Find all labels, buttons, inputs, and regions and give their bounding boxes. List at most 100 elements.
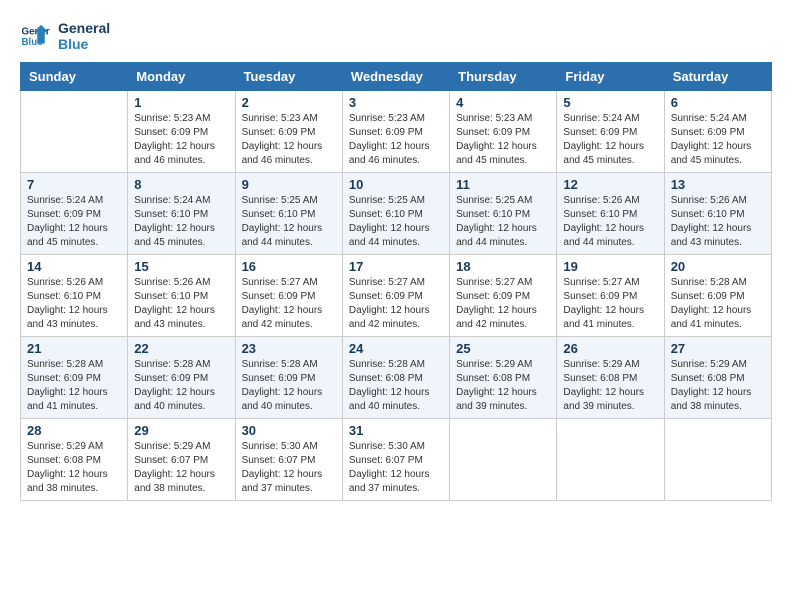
day-info: Sunrise: 5:23 AMSunset: 6:09 PMDaylight:… (242, 112, 336, 168)
calendar-cell: 16Sunrise: 5:27 AMSunset: 6:09 PMDayligh… (235, 255, 342, 337)
calendar-cell: 27Sunrise: 5:29 AMSunset: 6:08 PMDayligh… (664, 337, 771, 419)
calendar-cell: 19 Sunrise: 5:27 AMSunset: 6:09 PMDayligh… (557, 255, 664, 337)
weekday-header-row: SundayMondayTuesdayWednesdayThursdayFrid… (21, 63, 772, 91)
day-info: Sunrise: 5:28 AMSunset: 6:08 PMDaylight:… (349, 358, 443, 414)
day-number: 25 (456, 341, 550, 356)
day-info: Sunrise: 5:27 AMSunset: 6:09 PMDaylight:… (349, 276, 443, 332)
weekday-header-tuesday: Tuesday (235, 63, 342, 91)
calendar-cell: 3Sunrise: 5:23 AMSunset: 6:09 PMDaylight… (342, 91, 449, 173)
week-row-1: 1Sunrise: 5:23 AMSunset: 6:09 PMDaylight… (21, 91, 772, 173)
calendar-cell: 7 Sunrise: 5:24 AMSunset: 6:09 PMDaylight… (21, 173, 128, 255)
day-info: Sunrise: 5:23 AMSunset: 6:09 PMDaylight:… (134, 112, 228, 168)
calendar-cell: 24 Sunrise: 5:28 AMSunset: 6:08 PMDayligh… (342, 337, 449, 419)
calendar-cell: 13 Sunrise: 5:26 AMSunset: 6:10 PMDayligh… (664, 173, 771, 255)
weekday-header-saturday: Saturday (664, 63, 771, 91)
calendar-cell (21, 91, 128, 173)
week-row-2: 7 Sunrise: 5:24 AMSunset: 6:09 PMDaylight… (21, 173, 772, 255)
day-info: Sunrise: 5:28 AMSunset: 6:09 PMDaylight:… (671, 276, 765, 332)
day-info: Sunrise: 5:25 AMSunset: 6:10 PMDaylight:… (242, 194, 336, 250)
day-number: 18 (456, 259, 550, 274)
day-number: 10 (349, 177, 443, 192)
day-number: 7 (27, 177, 121, 192)
day-info: Sunrise: 5:24 AMSunset: 6:09 PMDaylight:… (27, 194, 121, 250)
calendar-cell: 15Sunrise: 5:26 AMSunset: 6:10 PMDayligh… (128, 255, 235, 337)
day-info: Sunrise: 5:28 AMSunset: 6:09 PMDaylight:… (134, 358, 228, 414)
calendar-cell: 23 Sunrise: 5:28 AMSunset: 6:09 PMDayligh… (235, 337, 342, 419)
week-row-5: 28 Sunrise: 5:29 AMSunset: 6:08 PMDayligh… (21, 419, 772, 501)
calendar-cell (450, 419, 557, 501)
day-number: 13 (671, 177, 765, 192)
week-row-3: 14 Sunrise: 5:26 AMSunset: 6:10 PMDayligh… (21, 255, 772, 337)
calendar-cell: 29Sunrise: 5:29 AMSunset: 6:07 PMDayligh… (128, 419, 235, 501)
calendar-cell: 6 Sunrise: 5:24 AMSunset: 6:09 PMDaylight… (664, 91, 771, 173)
calendar-table: SundayMondayTuesdayWednesdayThursdayFrid… (20, 62, 772, 501)
day-number: 15 (134, 259, 228, 274)
calendar-cell: 28 Sunrise: 5:29 AMSunset: 6:08 PMDayligh… (21, 419, 128, 501)
day-info: Sunrise: 5:29 AMSunset: 6:08 PMDaylight:… (456, 358, 550, 414)
day-number: 21 (27, 341, 121, 356)
day-number: 19 (563, 259, 657, 274)
day-info: Sunrise: 5:28 AMSunset: 6:09 PMDaylight:… (27, 358, 121, 414)
day-number: 26 (563, 341, 657, 356)
weekday-header-friday: Friday (557, 63, 664, 91)
calendar-cell: 20 Sunrise: 5:28 AMSunset: 6:09 PMDayligh… (664, 255, 771, 337)
day-info: Sunrise: 5:29 AMSunset: 6:08 PMDaylight:… (563, 358, 657, 414)
day-number: 6 (671, 95, 765, 110)
day-number: 24 (349, 341, 443, 356)
calendar-cell: 5Sunrise: 5:24 AMSunset: 6:09 PMDaylight… (557, 91, 664, 173)
day-info: Sunrise: 5:26 AMSunset: 6:10 PMDaylight:… (563, 194, 657, 250)
calendar-cell: 11 Sunrise: 5:25 AMSunset: 6:10 PMDayligh… (450, 173, 557, 255)
day-info: Sunrise: 5:26 AMSunset: 6:10 PMDaylight:… (671, 194, 765, 250)
logo: General Blue General Blue (20, 20, 110, 52)
day-info: Sunrise: 5:23 AMSunset: 6:09 PMDaylight:… (349, 112, 443, 168)
day-number: 9 (242, 177, 336, 192)
day-number: 12 (563, 177, 657, 192)
day-info: Sunrise: 5:30 AMSunset: 6:07 PMDaylight:… (349, 440, 443, 496)
day-number: 23 (242, 341, 336, 356)
page-header: General Blue General Blue (20, 20, 772, 52)
calendar-cell: 18 Sunrise: 5:27 AMSunset: 6:09 PMDayligh… (450, 255, 557, 337)
logo-general: General (58, 20, 110, 36)
day-info: Sunrise: 5:27 AMSunset: 6:09 PMDaylight:… (563, 276, 657, 332)
weekday-header-wednesday: Wednesday (342, 63, 449, 91)
weekday-header-monday: Monday (128, 63, 235, 91)
day-number: 11 (456, 177, 550, 192)
day-info: Sunrise: 5:24 AMSunset: 6:09 PMDaylight:… (671, 112, 765, 168)
calendar-cell: 12 Sunrise: 5:26 AMSunset: 6:10 PMDayligh… (557, 173, 664, 255)
day-info: Sunrise: 5:29 AMSunset: 6:07 PMDaylight:… (134, 440, 228, 496)
calendar-cell: 8 Sunrise: 5:24 AMSunset: 6:10 PMDaylight… (128, 173, 235, 255)
day-number: 22 (134, 341, 228, 356)
day-number: 8 (134, 177, 228, 192)
calendar-cell: 31 Sunrise: 5:30 AMSunset: 6:07 PMDayligh… (342, 419, 449, 501)
calendar-cell: 9 Sunrise: 5:25 AMSunset: 6:10 PMDaylight… (235, 173, 342, 255)
calendar-cell: 1Sunrise: 5:23 AMSunset: 6:09 PMDaylight… (128, 91, 235, 173)
calendar-cell: 14 Sunrise: 5:26 AMSunset: 6:10 PMDayligh… (21, 255, 128, 337)
week-row-4: 21 Sunrise: 5:28 AMSunset: 6:09 PMDayligh… (21, 337, 772, 419)
day-info: Sunrise: 5:26 AMSunset: 6:10 PMDaylight:… (27, 276, 121, 332)
day-number: 27 (671, 341, 765, 356)
logo-icon: General Blue (20, 21, 50, 51)
calendar-cell: 30 Sunrise: 5:30 AMSunset: 6:07 PMDayligh… (235, 419, 342, 501)
day-number: 20 (671, 259, 765, 274)
calendar-cell: 2Sunrise: 5:23 AMSunset: 6:09 PMDaylight… (235, 91, 342, 173)
day-number: 31 (349, 423, 443, 438)
calendar-cell: 10 Sunrise: 5:25 AMSunset: 6:10 PMDayligh… (342, 173, 449, 255)
calendar-cell: 17Sunrise: 5:27 AMSunset: 6:09 PMDayligh… (342, 255, 449, 337)
day-info: Sunrise: 5:25 AMSunset: 6:10 PMDaylight:… (456, 194, 550, 250)
calendar-cell: 25 Sunrise: 5:29 AMSunset: 6:08 PMDayligh… (450, 337, 557, 419)
day-info: Sunrise: 5:30 AMSunset: 6:07 PMDaylight:… (242, 440, 336, 496)
logo-blue: Blue (58, 36, 110, 52)
day-info: Sunrise: 5:27 AMSunset: 6:09 PMDaylight:… (242, 276, 336, 332)
day-number: 28 (27, 423, 121, 438)
day-info: Sunrise: 5:25 AMSunset: 6:10 PMDaylight:… (349, 194, 443, 250)
day-info: Sunrise: 5:29 AMSunset: 6:08 PMDaylight:… (27, 440, 121, 496)
weekday-header-thursday: Thursday (450, 63, 557, 91)
day-info: Sunrise: 5:28 AMSunset: 6:09 PMDaylight:… (242, 358, 336, 414)
calendar-cell (557, 419, 664, 501)
day-number: 30 (242, 423, 336, 438)
day-info: Sunrise: 5:23 AMSunset: 6:09 PMDaylight:… (456, 112, 550, 168)
day-number: 14 (27, 259, 121, 274)
day-info: Sunrise: 5:27 AMSunset: 6:09 PMDaylight:… (456, 276, 550, 332)
day-info: Sunrise: 5:24 AMSunset: 6:10 PMDaylight:… (134, 194, 228, 250)
day-number: 4 (456, 95, 550, 110)
